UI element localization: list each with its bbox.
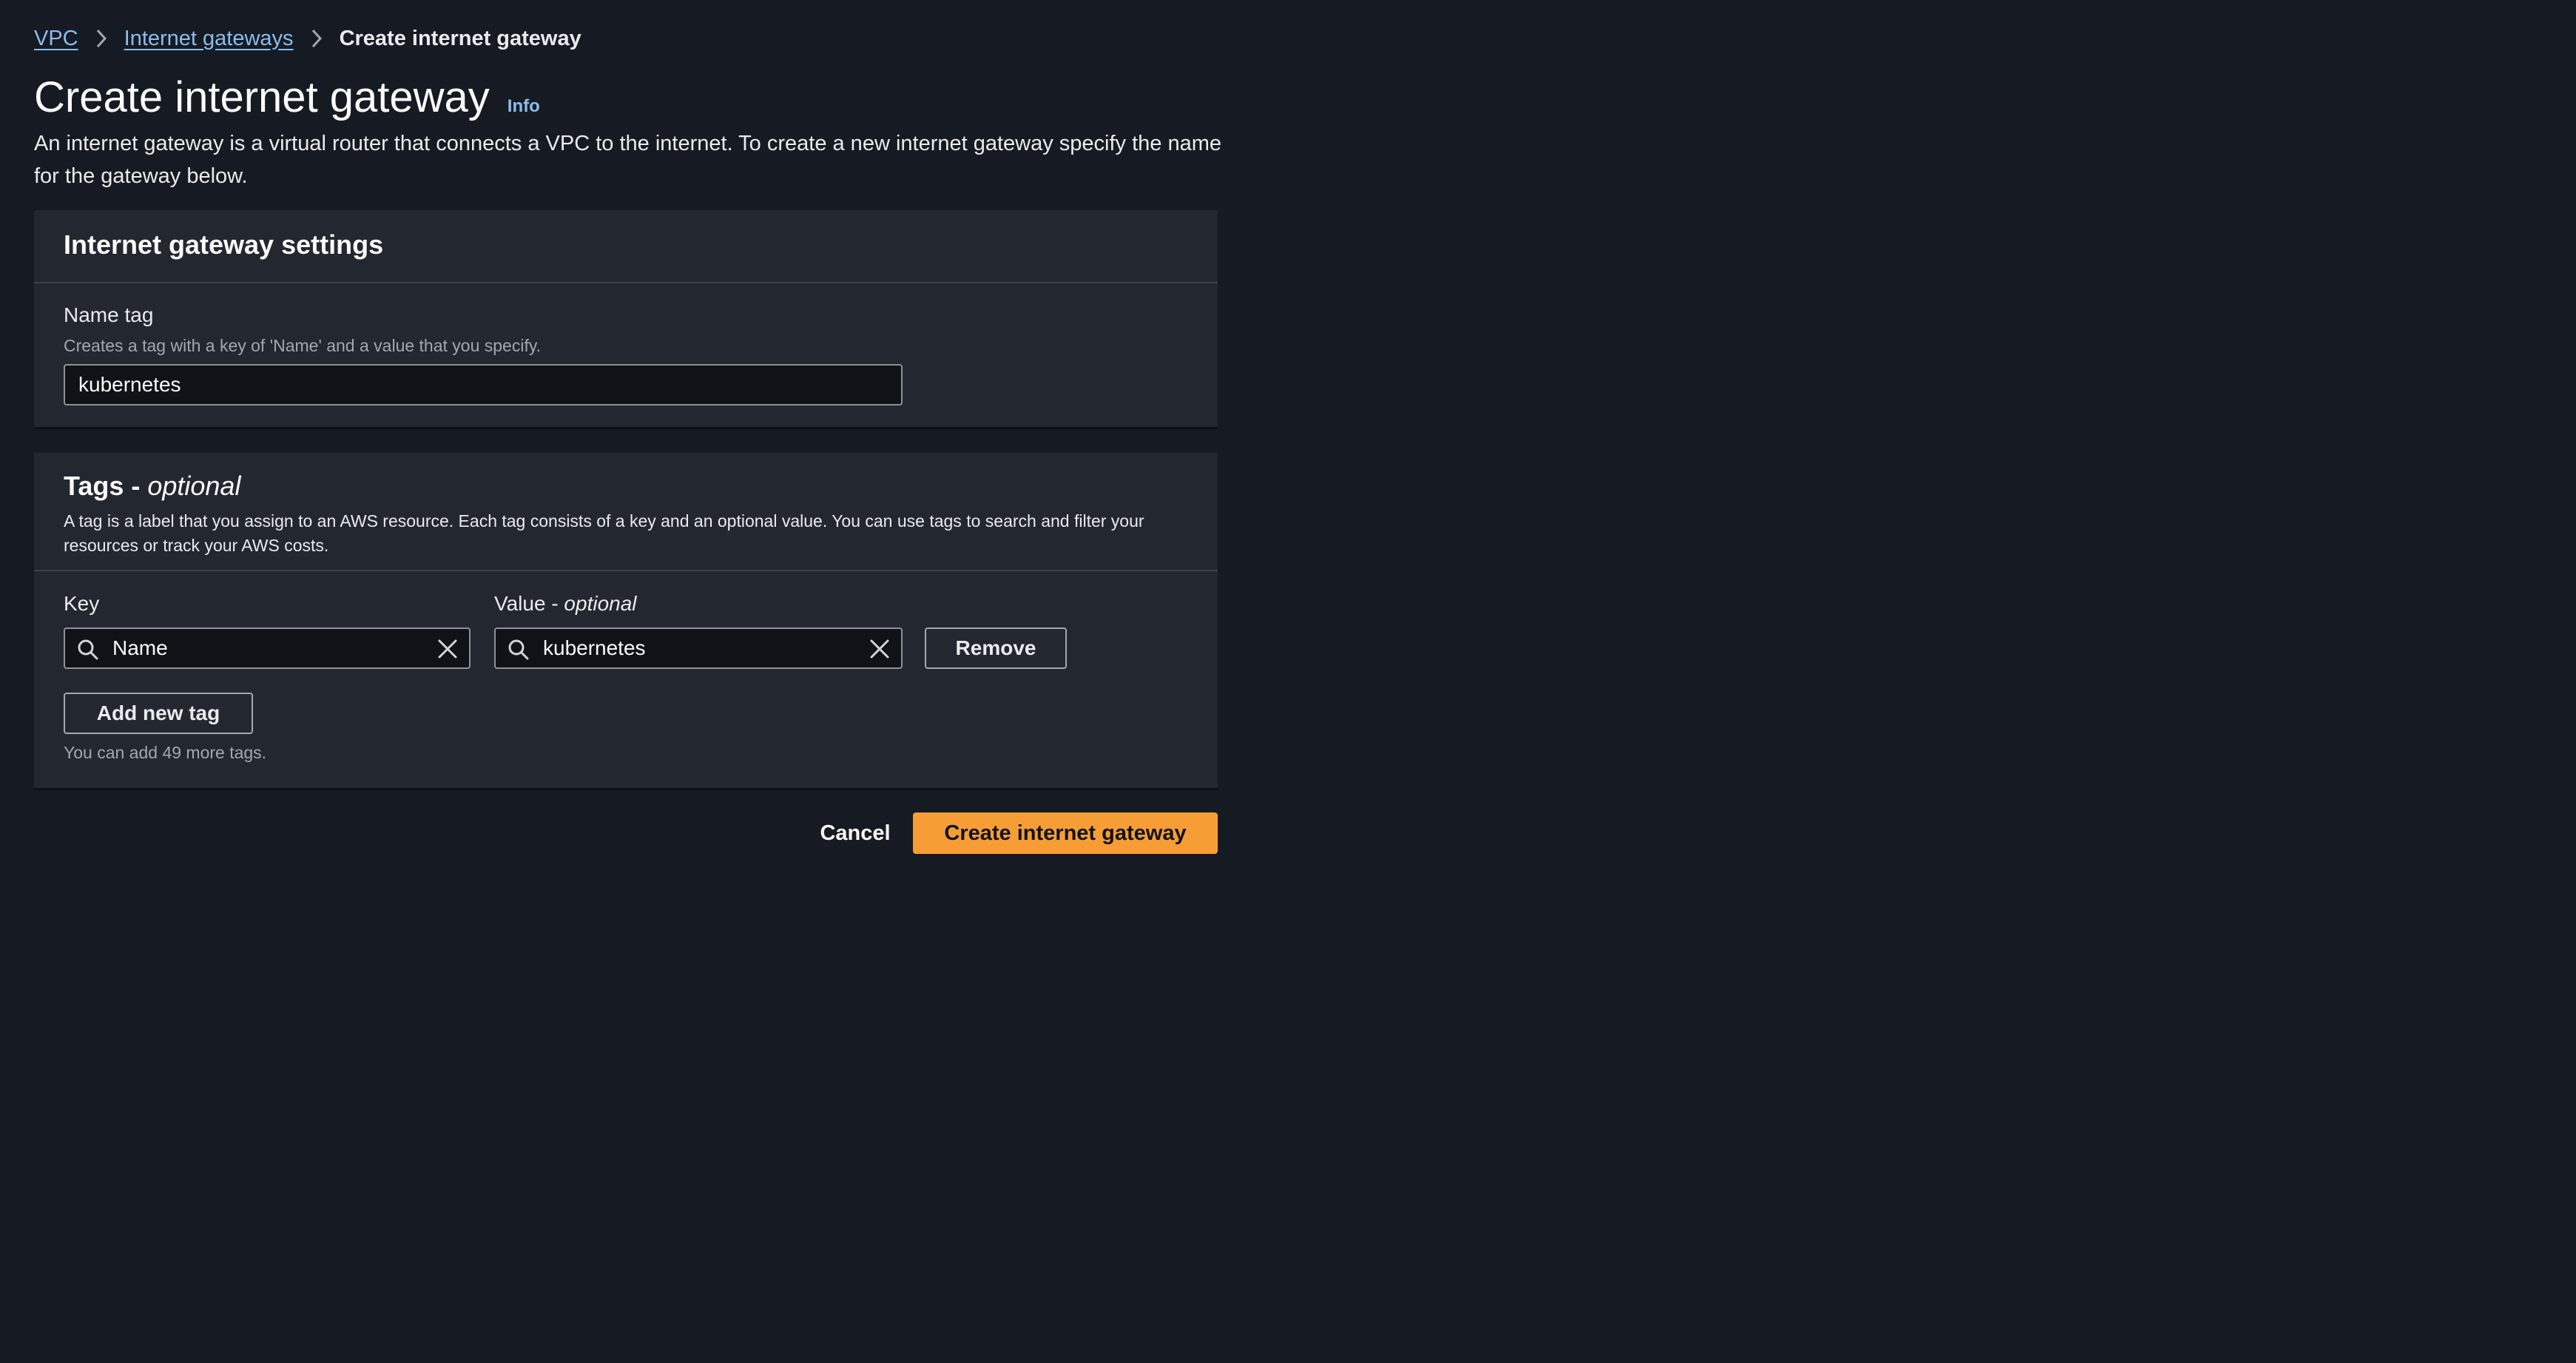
info-link[interactable]: Info: [508, 96, 540, 117]
add-new-tag-button[interactable]: Add new tag: [64, 693, 253, 734]
tag-key-input[interactable]: [112, 629, 428, 667]
settings-panel-header: Internet gateway settings: [34, 210, 1218, 283]
breadcrumb-internet-gateways-link[interactable]: Internet gateways: [124, 27, 294, 51]
tags-panel-header: Tags - optional A tag is a label that yo…: [34, 453, 1218, 571]
close-icon[interactable]: [436, 638, 459, 660]
breadcrumb: VPC Internet gateways Create internet ga…: [34, 22, 581, 55]
tag-value-label: Value - optional: [494, 592, 637, 616]
page-description: An internet gateway is a virtual router …: [34, 132, 1222, 188]
tag-value-field[interactable]: [494, 627, 903, 669]
tags-title-text: Tags -: [64, 471, 148, 501]
search-icon: [508, 639, 529, 660]
cancel-button[interactable]: Cancel: [803, 812, 907, 854]
tag-key-field[interactable]: [64, 627, 471, 669]
chevron-right-icon: [310, 27, 323, 50]
tags-description: A tag is a label that you assign to an A…: [64, 511, 1144, 555]
name-tag-label: Name tag: [64, 303, 154, 326]
tag-value-label-text: Value -: [494, 592, 564, 615]
name-tag-description: Creates a tag with a key of 'Name' and a…: [64, 336, 542, 355]
search-icon: [78, 639, 98, 660]
page-title: Create internet gateway: [34, 73, 490, 121]
page-header: Create internet gateway Info: [34, 71, 540, 124]
settings-panel-title: Internet gateway settings: [64, 229, 384, 260]
breadcrumb-vpc-link[interactable]: VPC: [34, 27, 78, 51]
create-internet-gateway-button[interactable]: Create internet gateway: [913, 812, 1218, 854]
tag-value-input[interactable]: [543, 629, 860, 667]
settings-panel: Internet gateway settings Name tag Creat…: [34, 210, 1218, 429]
breadcrumb-current: Create internet gateway: [339, 26, 581, 50]
remove-tag-button[interactable]: Remove: [925, 627, 1067, 669]
close-icon[interactable]: [869, 638, 891, 660]
name-tag-input[interactable]: [64, 364, 903, 405]
tag-value-label-optional: optional: [564, 592, 637, 615]
tags-title-optional: optional: [147, 471, 241, 501]
chevron-right-icon: [95, 27, 108, 50]
tags-panel: Tags - optional A tag is a label that yo…: [34, 453, 1218, 790]
tag-key-label: Key: [64, 592, 100, 615]
tags-remaining-text: You can add 49 more tags.: [64, 743, 267, 762]
tags-panel-title: Tags - optional: [64, 471, 1188, 502]
